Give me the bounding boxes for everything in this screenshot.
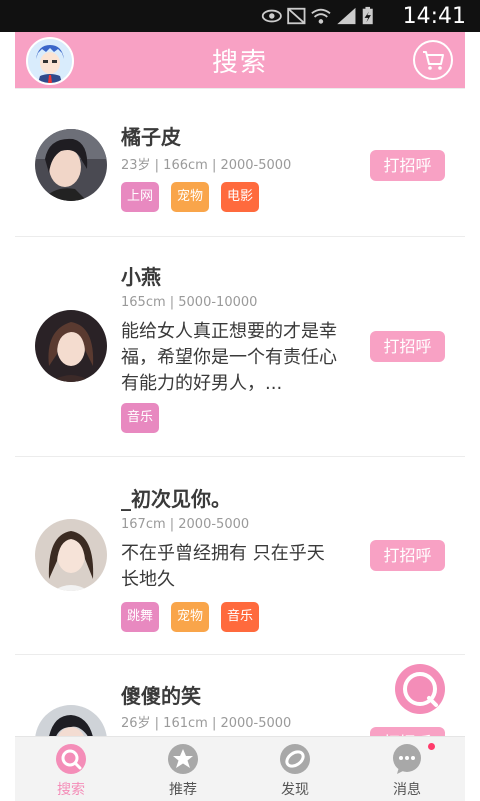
tab-discover[interactable]: 发现	[239, 737, 351, 801]
discover-icon	[280, 744, 310, 774]
tab-label: 搜索	[57, 782, 85, 798]
tab-search[interactable]: 搜索	[15, 737, 127, 801]
status-icons	[261, 6, 373, 25]
profile-name: 小燕	[121, 265, 161, 289]
profile-photo[interactable]	[35, 129, 107, 201]
tag-chip: 电影	[221, 182, 260, 212]
profile-name: 傻傻的笑	[121, 684, 201, 708]
profile-bio: 能给女人真正想要的才是幸福，希望你是一个有责任心有能力的好男人，...	[121, 321, 337, 394]
profile-list[interactable]: 橘子皮 23岁 | 166cm | 2000-5000 上网 宠物 电影 打招呼…	[15, 88, 465, 736]
profile-card[interactable]: 小燕 165cm | 5000-10000 能给女人真正想要的才是幸福，希望你是…	[15, 236, 465, 457]
profile-meta: 26岁 | 161cm | 2000-5000	[121, 716, 292, 731]
bottom-nav: 搜索 推荐 发现 消息	[15, 736, 465, 801]
profile-meta: 165cm | 5000-10000	[121, 295, 258, 310]
profile-photo[interactable]	[35, 705, 107, 736]
tag-chip: 音乐	[121, 403, 160, 433]
tag-chip: 音乐	[221, 602, 260, 632]
greet-button[interactable]: 打招呼	[370, 331, 445, 362]
nfc-icon	[287, 7, 306, 25]
profile-card[interactable]: 橘子皮 23岁 | 166cm | 2000-5000 上网 宠物 电影 打招呼	[15, 88, 465, 237]
status-bar: 14:41	[0, 0, 480, 32]
tag-chip: 跳舞	[121, 602, 160, 632]
tab-label: 消息	[393, 782, 421, 798]
tab-recommend[interactable]: 推荐	[127, 737, 239, 801]
tab-messages[interactable]: 消息	[351, 737, 463, 801]
profile-meta: 167cm | 2000-5000	[121, 517, 250, 532]
tag-chip: 上网	[121, 182, 160, 212]
profile-photo[interactable]	[35, 310, 107, 382]
tag-chip: 宠物	[171, 602, 210, 632]
page-title: 搜索	[211, 48, 268, 78]
floating-search-button[interactable]	[395, 664, 445, 714]
cart-button[interactable]	[413, 40, 453, 80]
profile-name: 橘子皮	[121, 125, 181, 149]
profile-meta: 23岁 | 166cm | 2000-5000	[121, 158, 292, 173]
profile-tags: 音乐	[121, 403, 160, 433]
profile-name: _初次见你。	[121, 487, 231, 511]
battery-icon	[362, 6, 373, 25]
wifi-icon	[311, 8, 331, 24]
cart-icon	[423, 51, 444, 70]
signal-icon	[337, 7, 356, 25]
message-icon	[393, 744, 421, 774]
search-icon	[403, 672, 438, 707]
profile-tags: 上网 宠物 电影	[121, 182, 260, 212]
profile-tags: 跳舞 宠物 音乐	[121, 602, 260, 632]
clock: 14:41	[402, 4, 466, 29]
search-icon	[56, 744, 86, 774]
profile-card[interactable]: _初次见你。 167cm | 2000-5000 不在乎曾经拥有 只在乎天长地久…	[15, 456, 465, 655]
unread-dot	[428, 743, 435, 750]
greet-button[interactable]: 打招呼	[370, 540, 445, 571]
profile-bio: 不在乎曾经拥有 只在乎天长地久	[121, 543, 325, 590]
top-bar: 搜索	[15, 32, 465, 88]
tab-label: 推荐	[169, 782, 197, 798]
greet-button[interactable]: 打招呼	[370, 727, 445, 736]
greet-button[interactable]: 打招呼	[370, 150, 445, 181]
eye-icon	[261, 9, 282, 23]
tab-label: 发现	[281, 782, 309, 798]
profile-photo[interactable]	[35, 519, 107, 591]
tag-chip: 宠物	[171, 182, 210, 212]
star-icon	[168, 744, 198, 774]
